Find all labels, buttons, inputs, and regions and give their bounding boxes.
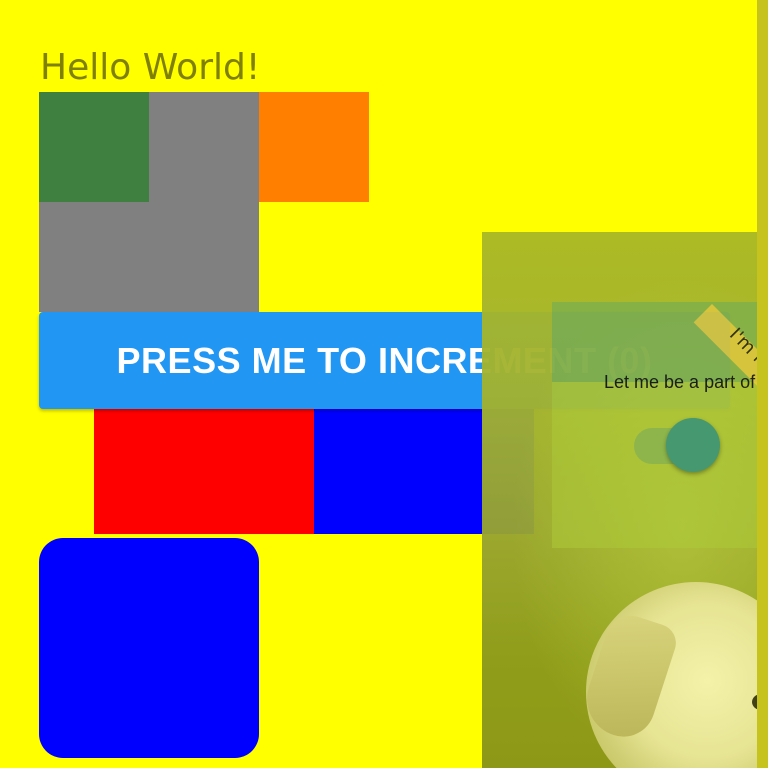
toggle-switch-thumb[interactable] xyxy=(666,418,720,472)
hello-title: Hello World! xyxy=(40,47,261,88)
right-edge-strip xyxy=(757,0,768,768)
blue-rounded-square xyxy=(39,538,259,758)
orange-square xyxy=(259,92,369,202)
green-square xyxy=(39,92,149,202)
overlay-panel: I'm n Let me be a part of xyxy=(482,232,768,768)
overlay-caption: Let me be a part of xyxy=(604,372,756,392)
red-rectangle xyxy=(94,409,314,534)
app-canvas: Hello World! PRESS ME TO INCREMENT (0) I… xyxy=(0,0,768,768)
